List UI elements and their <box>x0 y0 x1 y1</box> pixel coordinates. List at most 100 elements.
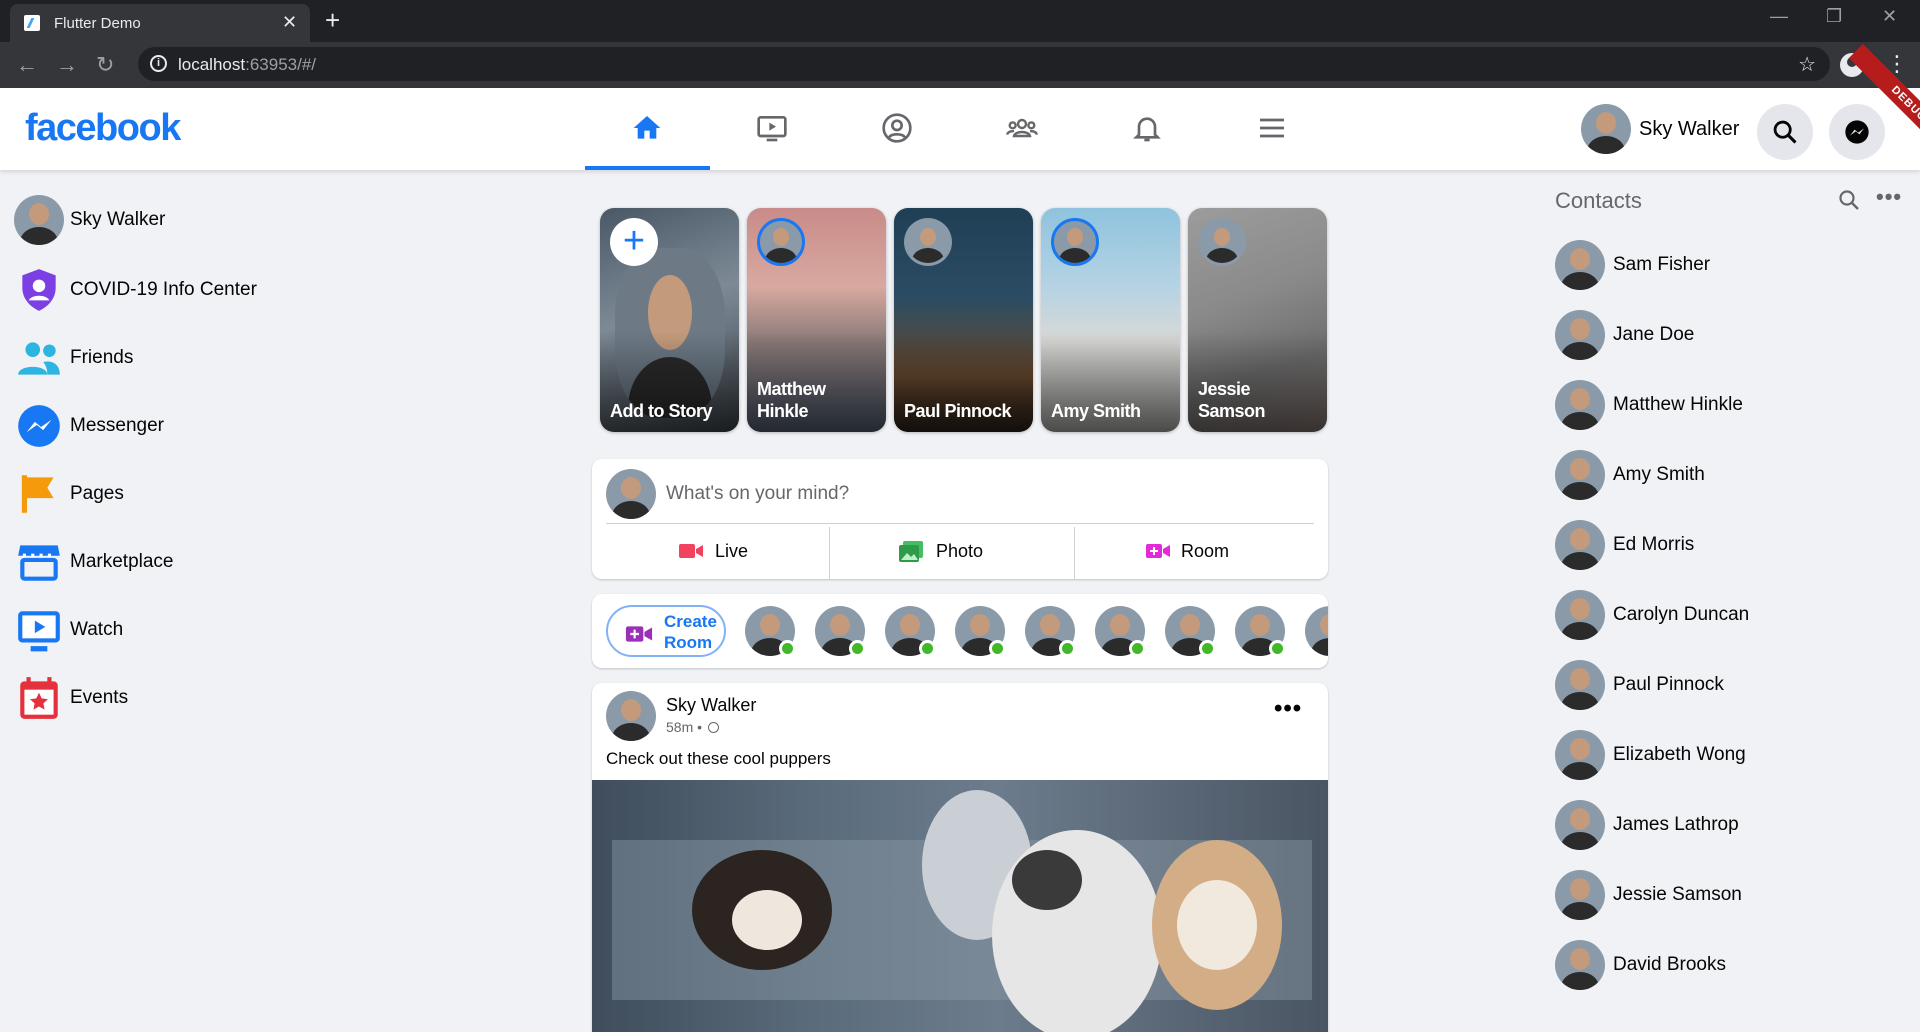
room-avatar[interactable] <box>1305 606 1328 656</box>
avatar <box>606 469 656 519</box>
appbar-user-name: Sky Walker <box>1639 118 1740 140</box>
avatar <box>1555 800 1605 850</box>
post-separator: • <box>697 719 703 735</box>
sidebar-item-label: Marketplace <box>70 551 174 572</box>
notifications-icon <box>1133 117 1161 142</box>
post-caption: Check out these cool puppers <box>606 749 831 768</box>
online-indicator <box>1199 640 1216 657</box>
messenger-icon <box>1845 120 1869 144</box>
room-button[interactable]: Room <box>1075 531 1311 571</box>
site-info-icon[interactable]: i <box>150 55 167 72</box>
tab-groups[interactable] <box>960 88 1085 170</box>
sidebar-item-label: Friends <box>70 347 134 368</box>
story-name: Amy Smith <box>1051 401 1141 421</box>
search-icon <box>1773 120 1797 144</box>
sidebar-item-label: Pages <box>70 483 124 504</box>
photo-button[interactable]: Photo <box>830 531 1066 571</box>
rooms-card: Create Room <box>592 594 1328 668</box>
contact-name: Jane Doe <box>1613 324 1695 345</box>
messenger-icon <box>18 405 60 447</box>
tab-watch[interactable] <box>710 88 835 170</box>
watch-icon <box>18 611 60 652</box>
tab-profile[interactable] <box>835 88 960 170</box>
friends-icon <box>18 342 60 375</box>
add-story-plus-icon[interactable]: + <box>610 218 658 266</box>
search-icon[interactable] <box>1837 188 1861 212</box>
browser-tab-strip: Flutter Demo ✕ + — ❐ ✕ <box>0 0 1920 42</box>
puppy-shape <box>1012 850 1082 910</box>
post-author[interactable]: Sky Walker <box>666 695 756 716</box>
create-room-line-1: Create <box>664 612 717 631</box>
minimize-icon[interactable]: — <box>1770 6 1788 27</box>
facebook-logo[interactable]: facebook <box>25 107 181 150</box>
tab-title: Flutter Demo <box>54 15 141 32</box>
contact-name: Carolyn Duncan <box>1613 604 1750 625</box>
shield-icon <box>22 269 56 311</box>
contact-name: James Lathrop <box>1613 814 1739 835</box>
tab-close-icon[interactable]: ✕ <box>282 12 297 32</box>
forward-icon[interactable]: → <box>56 51 78 79</box>
menu-icon <box>1260 118 1284 138</box>
online-indicator <box>1129 640 1146 657</box>
room-icon <box>625 626 653 642</box>
story-avatar <box>904 218 952 266</box>
sidebar-item-label: Events <box>70 687 129 708</box>
tab-home[interactable] <box>585 88 710 170</box>
story-avatar <box>757 218 805 266</box>
post-input[interactable]: What's on your mind? <box>666 483 849 505</box>
bookmark-star-icon[interactable]: ☆ <box>1798 52 1816 77</box>
avatar[interactable] <box>606 691 656 741</box>
back-icon[interactable]: ← <box>16 51 38 79</box>
tab-menu[interactable] <box>1210 88 1335 170</box>
online-indicator <box>849 640 866 657</box>
story-paul[interactable]: Paul Pinnock <box>894 208 1033 432</box>
story-amy[interactable]: Amy Smith <box>1041 208 1180 432</box>
puppy-shape <box>1177 880 1257 970</box>
search-button[interactable] <box>1757 104 1813 160</box>
avatar <box>14 195 64 245</box>
room-icon <box>1146 544 1170 558</box>
avatar <box>1555 730 1605 780</box>
create-room-button[interactable]: Create Room <box>606 605 726 657</box>
new-tab-button[interactable]: + <box>325 6 340 34</box>
tab-notifications[interactable] <box>1085 88 1210 170</box>
divider <box>606 523 1314 524</box>
video-icon <box>679 544 703 558</box>
messenger-button[interactable] <box>1829 104 1885 160</box>
app-bar: facebook Sky Walker DEBUG <box>0 43 1920 170</box>
reload-icon[interactable]: ↻ <box>96 51 114 79</box>
story-name: Jessie Samson <box>1198 379 1266 421</box>
story-add[interactable]: + Add to Story <box>600 208 739 432</box>
contact-name: Amy Smith <box>1613 464 1705 485</box>
create-room-line-2: Room <box>664 633 713 652</box>
contacts-title: Contacts <box>1555 188 1642 213</box>
contacts-more-icon[interactable]: ••• <box>1876 184 1902 210</box>
address-bar[interactable]: i localhost:63953/#/ ☆ <box>138 47 1830 81</box>
avatar <box>1555 310 1605 360</box>
url-path: :63953/#/ <box>245 55 317 74</box>
browser-tab[interactable]: Flutter Demo ✕ <box>10 4 310 42</box>
groups-icon <box>1006 118 1038 138</box>
story-name: Matthew Hinkle <box>757 379 826 421</box>
sidebar-item-label: Messenger <box>70 415 164 436</box>
contact-name: Matthew Hinkle <box>1613 394 1743 415</box>
online-indicator <box>919 640 936 657</box>
post-more-button[interactable]: ••• <box>1274 695 1302 723</box>
browser-toolbar: ← → ↻ i localhost:63953/#/ ☆ ⋮ <box>0 42 1920 88</box>
restore-icon[interactable]: ❐ <box>1826 6 1842 27</box>
create-post-card: What's on your mind? Live Photo Room <box>592 459 1328 579</box>
story-name: Paul Pinnock <box>904 401 1012 421</box>
avatar <box>1581 104 1631 154</box>
create-room-label: Create Room <box>664 611 717 653</box>
story-jessie[interactable]: Jessie Samson <box>1188 208 1327 432</box>
url-host: localhost <box>178 55 246 74</box>
post-image[interactable] <box>592 780 1328 1032</box>
store-icon <box>18 545 60 581</box>
contact-name: David Brooks <box>1613 954 1726 975</box>
story-matthew[interactable]: Matthew Hinkle <box>747 208 886 432</box>
sidebar-item-label: Sky Walker <box>70 209 166 230</box>
window-close-icon[interactable]: ✕ <box>1882 6 1897 27</box>
calendar-icon <box>20 677 58 719</box>
live-button[interactable]: Live <box>592 531 828 571</box>
puppy-shape <box>992 830 1162 1032</box>
